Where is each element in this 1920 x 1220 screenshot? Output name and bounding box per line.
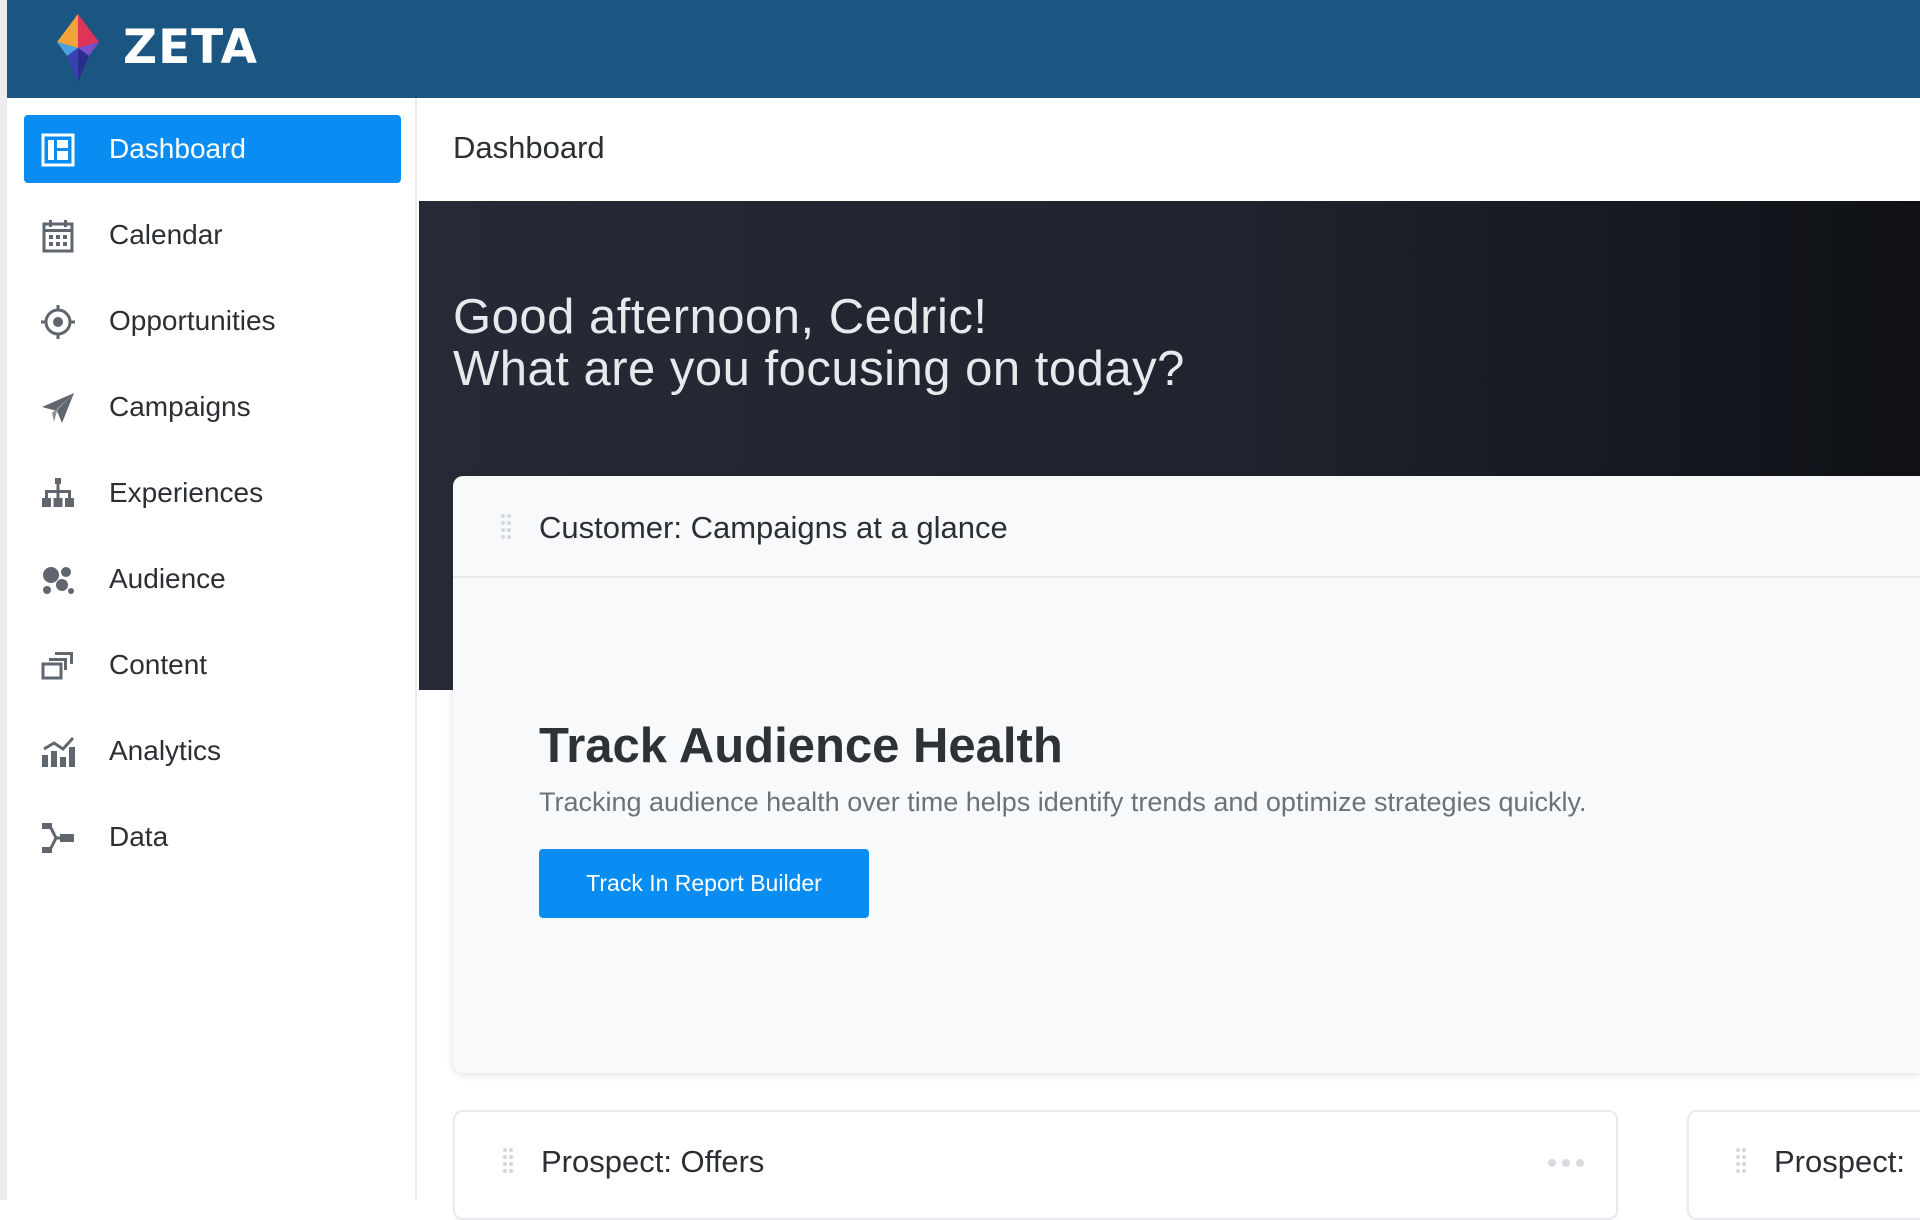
drag-handle-icon[interactable] — [1734, 1146, 1748, 1176]
card-title: Prospect: Offers — [541, 1144, 765, 1179]
sidebar-item-label: Calendar — [109, 219, 223, 250]
sidebar-item-data[interactable]: Data — [24, 803, 401, 871]
sidebar-item-audience[interactable]: Audience — [24, 545, 401, 613]
campaigns-glance-card: Customer: Campaigns at a glance Track Au… — [453, 476, 1920, 1073]
card-title: Customer: Campaigns at a glance — [539, 510, 1008, 545]
card-title: Prospect: — [1774, 1144, 1905, 1179]
sidebar-item-label: Audience — [109, 563, 226, 594]
sidebar-item-label: Opportunities — [109, 305, 276, 336]
sidebar-item-label: Dashboard — [109, 133, 246, 164]
sidebar: Dashboard Calendar Opportunities Campaig… — [7, 98, 417, 1200]
sidebar-item-dashboard[interactable]: Dashboard — [24, 115, 401, 183]
sidebar-item-label: Analytics — [109, 735, 222, 766]
dashboard-icon — [40, 133, 76, 167]
calendar-icon — [40, 219, 76, 253]
analytics-chart-icon — [40, 735, 76, 769]
drag-handle-icon[interactable] — [499, 512, 513, 542]
card-header: Customer: Campaigns at a glance — [453, 476, 1920, 578]
sidebar-item-label: Experiences — [109, 477, 264, 508]
target-icon — [40, 305, 76, 339]
hierarchy-icon — [40, 477, 76, 511]
sidebar-item-analytics[interactable]: Analytics — [24, 717, 401, 785]
top-bar: ZETA — [7, 0, 1920, 98]
sidebar-item-label: Data — [109, 821, 169, 852]
drag-handle-icon[interactable] — [501, 1146, 515, 1176]
sidebar-item-label: Campaigns — [109, 391, 251, 422]
greeting: Good afternoon, Cedric! What are you foc… — [453, 291, 1185, 395]
prospect-card: Prospect: — [1687, 1110, 1920, 1220]
audience-icon — [40, 563, 76, 597]
data-flow-icon — [40, 821, 76, 855]
prospect-offers-card: Prospect: Offers — [453, 1110, 1618, 1220]
page-title: Dashboard — [453, 130, 605, 165]
feature-description: Tracking audience health over time helps… — [539, 787, 1587, 817]
greeting-line-2: What are you focusing on today? — [453, 342, 1185, 396]
sidebar-item-experiences[interactable]: Experiences — [24, 459, 401, 527]
sidebar-item-calendar[interactable]: Calendar — [24, 201, 401, 269]
more-options-icon[interactable] — [1546, 1158, 1586, 1168]
feature-heading: Track Audience Health — [539, 719, 1063, 773]
greeting-line-1: Good afternoon, Cedric! — [453, 290, 988, 344]
sidebar-item-content[interactable]: Content — [24, 631, 401, 699]
sidebar-item-campaigns[interactable]: Campaigns — [24, 373, 401, 441]
brand-name: ZETA — [123, 20, 258, 75]
track-in-report-builder-button[interactable]: Track In Report Builder — [539, 849, 869, 918]
zeta-logo-icon[interactable] — [41, 12, 115, 84]
content-stack-icon — [40, 649, 76, 683]
page-header: Dashboard — [419, 98, 1920, 201]
sidebar-item-label: Content — [109, 649, 208, 680]
window-edge — [0, 0, 7, 1200]
sidebar-item-opportunities[interactable]: Opportunities — [24, 287, 401, 355]
paper-plane-icon — [40, 391, 76, 425]
